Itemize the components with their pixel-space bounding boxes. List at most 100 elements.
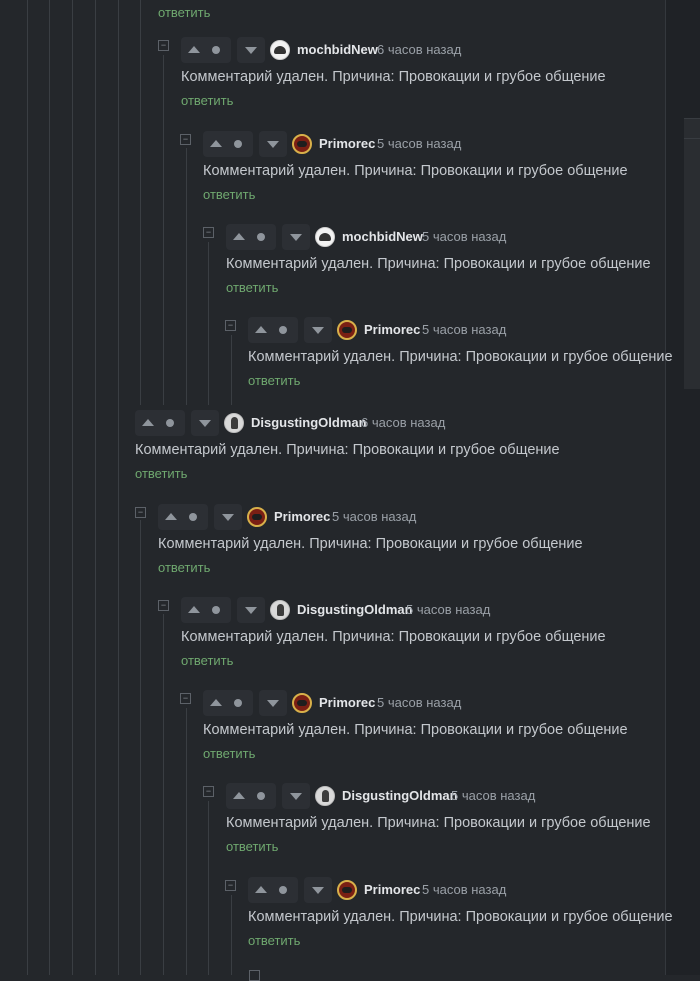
- collapse-thread-icon[interactable]: −: [225, 880, 236, 891]
- downvote-button[interactable]: [282, 783, 310, 809]
- downvote-icon[interactable]: [267, 700, 279, 707]
- mochbid-avatar-icon[interactable]: [315, 227, 335, 247]
- downvote-icon[interactable]: [312, 887, 324, 894]
- downvote-icon[interactable]: [222, 514, 234, 521]
- upvote-icon[interactable]: [233, 233, 245, 240]
- vote-indicator-icon: [257, 792, 265, 800]
- collapse-thread-icon[interactable]: −: [158, 600, 169, 611]
- upvote-icon[interactable]: [210, 140, 222, 147]
- upvote-icon[interactable]: [255, 326, 267, 333]
- comment-time[interactable]: 5 часов назад: [377, 695, 461, 711]
- primorec-avatar-icon[interactable]: [337, 880, 357, 900]
- downvote-button[interactable]: [191, 410, 219, 436]
- downvote-button[interactable]: [259, 690, 287, 716]
- thread-line[interactable]: [49, 0, 50, 975]
- downvote-button[interactable]: [237, 597, 265, 623]
- comment-username[interactable]: Primorec: [319, 136, 375, 152]
- reply-link[interactable]: ответить: [181, 93, 233, 109]
- reply-link[interactable]: ответить: [226, 280, 278, 296]
- thread-line[interactable]: [72, 0, 73, 975]
- comment-time[interactable]: 5 часов назад: [406, 602, 490, 618]
- collapse-thread-icon[interactable]: −: [135, 507, 146, 518]
- comment-username[interactable]: mochbidNew: [342, 229, 423, 245]
- comment-text: Комментарий удален. Причина: Провокации …: [203, 722, 628, 738]
- disgusting-avatar-icon[interactable]: [270, 600, 290, 620]
- comment-username[interactable]: DisgustingOldman: [251, 415, 367, 431]
- vote-indicator-icon: [166, 419, 174, 427]
- collapse-thread-icon[interactable]: −: [203, 227, 214, 238]
- thread-line[interactable]: [27, 0, 28, 975]
- thread-line[interactable]: [208, 242, 209, 405]
- upvote-icon[interactable]: [188, 46, 200, 53]
- comment-username[interactable]: Primorec: [364, 322, 420, 338]
- primorec-avatar-icon[interactable]: [292, 134, 312, 154]
- comment-username[interactable]: Primorec: [274, 509, 330, 525]
- reply-link[interactable]: ответить: [226, 839, 278, 855]
- collapse-thread-icon[interactable]: −: [180, 134, 191, 145]
- primorec-avatar-icon[interactable]: [337, 320, 357, 340]
- thread-line[interactable]: [186, 148, 187, 405]
- collapse-thread-icon[interactable]: −: [158, 40, 169, 51]
- disgusting-avatar-icon[interactable]: [224, 413, 244, 433]
- downvote-icon[interactable]: [290, 793, 302, 800]
- downvote-icon[interactable]: [290, 234, 302, 241]
- upvote-icon[interactable]: [255, 886, 267, 893]
- comment-username[interactable]: DisgustingOldman: [342, 788, 458, 804]
- primorec-avatar-icon[interactable]: [292, 693, 312, 713]
- comment-time[interactable]: 5 часов назад: [422, 322, 506, 338]
- downvote-button[interactable]: [237, 37, 265, 63]
- downvote-icon[interactable]: [312, 327, 324, 334]
- comment-username[interactable]: Primorec: [319, 695, 375, 711]
- comment-time[interactable]: 5 часов назад: [377, 136, 461, 152]
- downvote-button[interactable]: [304, 877, 332, 903]
- reply-link[interactable]: ответить: [248, 933, 300, 949]
- upvote-icon[interactable]: [210, 699, 222, 706]
- reply-link[interactable]: ответить: [203, 746, 255, 762]
- primorec-avatar-icon[interactable]: [247, 507, 267, 527]
- disgusting-avatar-icon[interactable]: [315, 786, 335, 806]
- upvote-icon[interactable]: [188, 606, 200, 613]
- downvote-button[interactable]: [304, 317, 332, 343]
- thread-line[interactable]: [186, 708, 187, 975]
- downvote-icon[interactable]: [245, 47, 257, 54]
- thread-line[interactable]: [140, 0, 141, 405]
- thread-line[interactable]: [140, 520, 141, 975]
- upvote-icon[interactable]: [165, 513, 177, 520]
- downvote-button[interactable]: [214, 504, 242, 530]
- reply-link[interactable]: ответить: [248, 373, 300, 389]
- comment-username[interactable]: DisgustingOldman: [297, 602, 413, 618]
- thread-line[interactable]: [208, 801, 209, 975]
- downvote-button[interactable]: [282, 224, 310, 250]
- comment-time[interactable]: 6 часов назад: [361, 415, 445, 431]
- reply-link[interactable]: ответить: [181, 653, 233, 669]
- reply-link[interactable]: ответить: [135, 466, 187, 482]
- upvote-icon[interactable]: [142, 419, 154, 426]
- comment-time[interactable]: 5 часов назад: [422, 229, 506, 245]
- comment-time[interactable]: 6 часов назад: [377, 42, 461, 58]
- downvote-button[interactable]: [259, 131, 287, 157]
- comment-time[interactable]: 5 часов назад: [422, 882, 506, 898]
- comment-time[interactable]: 5 часов назад: [451, 788, 535, 804]
- collapse-thread-icon[interactable]: −: [225, 320, 236, 331]
- reply-link[interactable]: ответить: [158, 560, 210, 576]
- thread-line[interactable]: [231, 895, 232, 975]
- collapse-thread-icon[interactable]: −: [203, 786, 214, 797]
- thread-line[interactable]: [231, 335, 232, 405]
- thread-line[interactable]: [163, 55, 164, 405]
- thread-line[interactable]: [163, 614, 164, 975]
- reply-link[interactable]: ответить: [158, 5, 210, 21]
- downvote-icon[interactable]: [267, 141, 279, 148]
- downvote-icon[interactable]: [245, 607, 257, 614]
- comment-username[interactable]: Primorec: [364, 882, 420, 898]
- comment-username[interactable]: mochbidNew: [297, 42, 378, 58]
- thread-line[interactable]: [118, 0, 119, 975]
- downvote-icon[interactable]: [199, 420, 211, 427]
- mochbid-avatar-icon[interactable]: [270, 40, 290, 60]
- thread-line[interactable]: [95, 0, 96, 975]
- collapse-thread-icon[interactable]: −: [180, 693, 191, 704]
- collapse-thread-icon[interactable]: [249, 970, 260, 981]
- right-gutter-panel: [684, 118, 700, 139]
- comment-time[interactable]: 5 часов назад: [332, 509, 416, 525]
- upvote-icon[interactable]: [233, 792, 245, 799]
- reply-link[interactable]: ответить: [203, 187, 255, 203]
